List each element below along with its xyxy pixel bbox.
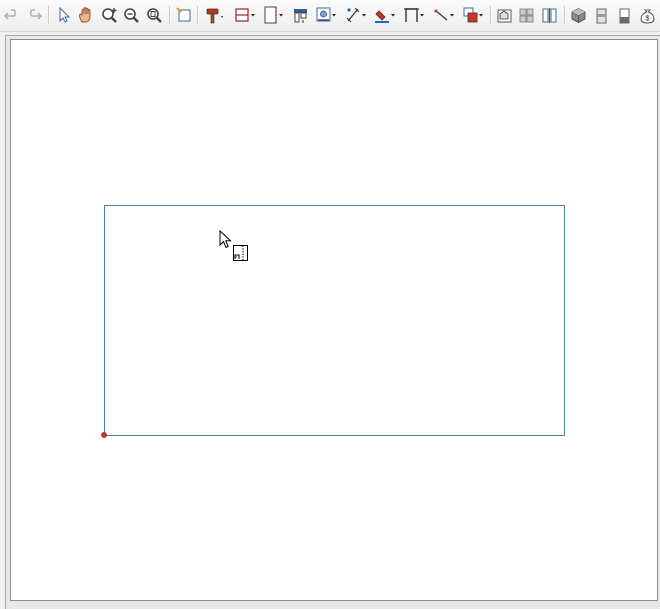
zoom-in-button[interactable] — [99, 4, 119, 26]
section-icon — [596, 8, 606, 23]
grid-icon — [519, 8, 533, 22]
cabinet-icon — [293, 8, 307, 23]
dimension-icon — [346, 7, 366, 23]
fill-tools-button[interactable] — [371, 4, 399, 26]
toolbar-separator — [48, 6, 49, 24]
grid-button[interactable] — [516, 4, 536, 26]
paint-bucket-icon — [375, 10, 395, 23]
note-icon — [176, 7, 191, 22]
redo-button[interactable] — [24, 4, 44, 26]
main-toolbar: $ — [0, 0, 660, 32]
zoom-out-button[interactable] — [121, 4, 141, 26]
zoom-in-icon — [101, 7, 117, 23]
door-placement-cursor-icon — [233, 245, 248, 261]
material-icon — [497, 9, 511, 22]
hammer-icon — [206, 8, 223, 24]
hand-icon — [79, 7, 91, 23]
undo-button[interactable] — [2, 4, 22, 26]
elevation-button[interactable] — [538, 4, 560, 26]
dimension-tools-button[interactable] — [342, 4, 370, 26]
zoom-out-icon — [123, 7, 139, 23]
money-bag-icon: $ — [639, 9, 655, 24]
wall-elevation-button[interactable] — [613, 4, 635, 26]
layers-icon — [463, 7, 483, 23]
layer-tools-button[interactable] — [459, 4, 487, 26]
wall-tools-button[interactable] — [231, 4, 259, 26]
toolbar-separator — [564, 6, 565, 24]
mouse-cursor-icon — [219, 230, 232, 249]
build-tools-button[interactable] — [201, 4, 229, 26]
cube-icon — [571, 7, 585, 23]
svg-text:$: $ — [645, 15, 649, 22]
cabinet-tools-button[interactable] — [290, 4, 310, 26]
plan-note-button[interactable] — [174, 4, 194, 26]
framing-icon — [404, 8, 424, 22]
fill-window-button[interactable] — [143, 4, 165, 26]
pan-button[interactable] — [75, 4, 97, 26]
cost-estimator-button[interactable]: $ — [636, 4, 658, 26]
cad-line-tools-button[interactable] — [430, 4, 458, 26]
undo-icon — [4, 9, 17, 20]
toolbar-separator — [197, 6, 198, 24]
material-list-button[interactable] — [494, 4, 514, 26]
arrow-pointer-icon — [59, 7, 71, 23]
select-objects-button[interactable] — [53, 4, 73, 26]
room-corner-marker[interactable] — [101, 432, 107, 438]
cross-section-button[interactable] — [590, 4, 612, 26]
toolbar-separator — [169, 6, 170, 24]
line-icon — [434, 9, 454, 21]
toolbar-separator — [490, 6, 491, 24]
redo-icon — [29, 9, 42, 20]
wall-icon — [235, 8, 255, 22]
room-outline[interactable] — [104, 205, 565, 436]
elevation-icon — [542, 7, 556, 23]
framing-tools-button[interactable] — [400, 4, 428, 26]
3d-view-button[interactable] — [568, 4, 588, 26]
library-button[interactable] — [312, 4, 340, 26]
zoom-fit-icon — [146, 7, 162, 23]
door-tools-button[interactable] — [261, 4, 287, 26]
door-icon — [264, 6, 283, 24]
wall-elevation-icon — [619, 8, 629, 23]
library-icon — [316, 7, 336, 22]
